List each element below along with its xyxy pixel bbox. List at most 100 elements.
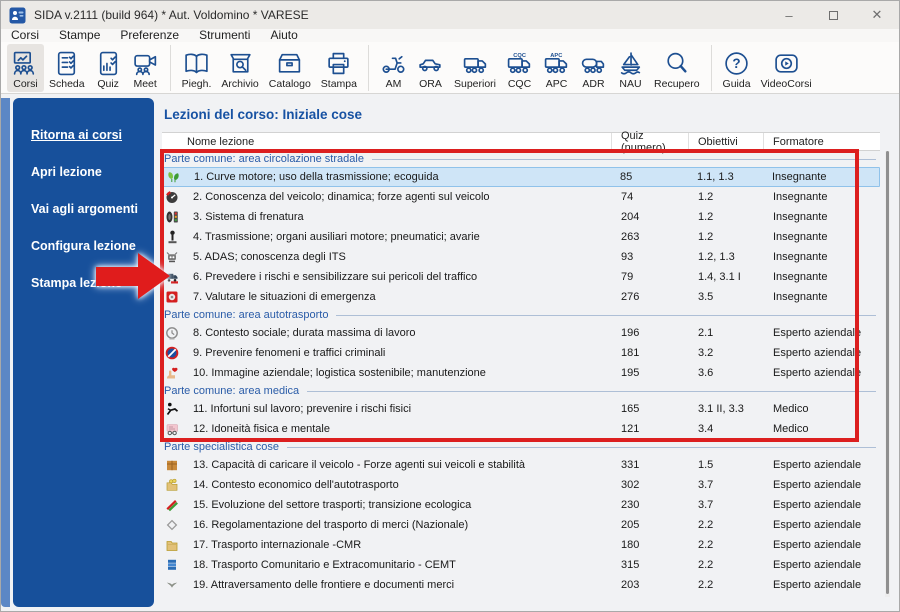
app-logo-icon: [9, 7, 26, 24]
toolbar-button-label: ORA: [419, 77, 442, 90]
lesson-row[interactable]: 12. Idoneità fisica e mentale 121 3.4 Medic…: [162, 419, 880, 439]
lesson-name: 13. Capacità di caricare il veicolo - Fo…: [193, 459, 525, 471]
scrollbar-thumb[interactable]: [886, 151, 889, 594]
toolbar-button-videocorsi[interactable]: VideoCorsi: [756, 44, 817, 92]
objectives: 1.1, 1.3: [697, 171, 734, 183]
toolbar-button-archivio[interactable]: Archivio: [216, 44, 263, 92]
toolbar-button-label: Superiori: [453, 77, 497, 90]
objectives: 2.1: [698, 327, 714, 339]
toolbar-button-superiori[interactable]: Superiori: [449, 44, 501, 92]
toolbar-button-corsi[interactable]: Corsi: [7, 43, 44, 92]
toolbar-button-nau[interactable]: NAU: [612, 44, 649, 92]
lesson-row[interactable]: 9. Prevenire fenomeni e traffici crimina…: [162, 343, 880, 363]
toolbar-button-scheda[interactable]: Scheda: [44, 44, 90, 92]
lesson-row[interactable]: 1. Curve motore; uso della trasmissione;…: [162, 167, 880, 187]
lesson-row[interactable]: 6. Prevedere i rischi e sensibilizzare s…: [162, 267, 880, 287]
toolbar-button-label: NAU: [619, 77, 642, 90]
menu-item-stampe[interactable]: Stampe: [59, 29, 100, 42]
lesson-row[interactable]: 2. Conoscenza del veicolo; dinamica; for…: [162, 187, 880, 207]
sidebar-link-vai-agli-argomenti[interactable]: Vai agli argomenti: [13, 202, 154, 217]
cqc-icon: CQC: [506, 50, 533, 77]
objectives: 2.2: [698, 559, 714, 571]
sidebar-link-stampa-lezione[interactable]: Stampa lezione: [13, 276, 154, 291]
toolbar-button-adr[interactable]: ADR: [575, 44, 612, 92]
toolbar-button-piegh[interactable]: Piegh.: [177, 44, 217, 92]
toolbar-button-label: CQC: [507, 77, 532, 90]
quiz-count: 263: [621, 231, 640, 243]
toolbar-button-apc[interactable]: APC APC: [538, 44, 575, 92]
eco-icon: [163, 170, 183, 184]
toolbar-button-guida[interactable]: ? Guida: [718, 44, 756, 92]
column-header-3[interactable]: Formatore: [763, 133, 880, 150]
toolbar-button-catalogo[interactable]: Catalogo: [264, 44, 316, 92]
lesson-row[interactable]: 8. Contesto sociale; durata massima di l…: [162, 323, 880, 343]
tach-icon: [162, 190, 182, 204]
trainer: Insegnante: [773, 211, 828, 223]
truckrisk-icon: [162, 270, 182, 284]
trainer: Esperto aziendale: [773, 327, 862, 339]
lesson-row[interactable]: 5. ADAS; conoscenza degli ITS 93 1.2, 1.3 I…: [162, 247, 880, 267]
left-accent-strip: [1, 98, 10, 607]
window-controls: – ✕: [767, 1, 899, 29]
toolbar-button-recupero[interactable]: Recupero: [649, 44, 705, 92]
quiz-count: 165: [621, 403, 640, 415]
am-icon: [380, 50, 407, 77]
tire-icon: [162, 210, 182, 224]
sidebar-link-ritorna-ai-corsi[interactable]: Ritorna ai corsi: [13, 128, 154, 143]
lesson-row[interactable]: 15. Evoluzione del settore trasporti; tr…: [162, 495, 880, 515]
toolbar-button-cqc[interactable]: CQC CQC: [501, 44, 538, 92]
toolbar-button-label: Scheda: [49, 77, 85, 90]
quiz-count: 204: [621, 211, 640, 223]
quiz-count: 302: [621, 479, 640, 491]
toolbar-button-ora[interactable]: ORA: [412, 44, 449, 92]
trainer: Medico: [773, 403, 809, 415]
menu-item-corsi[interactable]: Corsi: [11, 29, 39, 42]
toolbar-button-label: Piegh.: [181, 77, 212, 90]
menu-item-preferenze[interactable]: Preferenze: [120, 29, 179, 42]
quiz-count: 203: [621, 579, 640, 591]
lesson-name: 5. ADAS; conoscenza degli ITS: [193, 251, 346, 263]
lesson-row[interactable]: 10. Immagine aziendale; logistica sosten…: [162, 363, 880, 383]
lesson-row[interactable]: 7. Valutare le situazioni di emergenza 27…: [162, 287, 880, 307]
lesson-row[interactable]: 11. Infortuni sul lavoro; prevenire i ri…: [162, 399, 880, 419]
lesson-name: 1. Curve motore; uso della trasmissione;…: [194, 171, 439, 183]
section-header: Parte comune: area medica: [162, 383, 880, 399]
close-button[interactable]: ✕: [855, 1, 899, 29]
lesson-row[interactable]: 18. Trasporto Comunitario e Extracomunit…: [162, 555, 880, 575]
lesson-name: 15. Evoluzione del settore trasporti; tr…: [193, 499, 472, 511]
toolbar-button-label: Catalogo: [268, 77, 311, 90]
lesson-name: 8. Contesto sociale; durata massima di l…: [193, 327, 416, 339]
column-header-0[interactable]: Nome lezione: [162, 136, 611, 148]
toolbar-button-label: VideoCorsi: [760, 77, 812, 90]
lesson-row[interactable]: 19. Attraversamento delle frontiere e do…: [162, 575, 880, 595]
catalogo-icon: [276, 50, 303, 77]
menu-item-strumenti[interactable]: Strumenti: [199, 29, 250, 42]
objectives: 1.2: [698, 231, 714, 243]
quiz-count: 79: [621, 271, 634, 283]
lesson-row[interactable]: 3. Sistema di frenatura 204 1.2 Insegnante: [162, 207, 880, 227]
scheda-icon: [53, 50, 80, 77]
sidebar-link-apri-lezione[interactable]: Apri lezione: [13, 165, 154, 180]
lesson-row[interactable]: 17. Trasporto internazionale -CMR 180 2.2 E…: [162, 535, 880, 555]
lesson-row[interactable]: 4. Trasmissione; organi ausiliari motore…: [162, 227, 880, 247]
toolbar-button-quiz[interactable]: Quiz: [90, 44, 127, 92]
toolbar-button-meet[interactable]: Meet: [127, 44, 164, 92]
maximize-button[interactable]: [811, 1, 855, 29]
toolbar-button-stampa[interactable]: Stampa: [316, 44, 362, 92]
column-header-2[interactable]: Obiettivi: [688, 133, 763, 150]
lesson-name: 6. Prevedere i rischi e sensibilizzare s…: [193, 271, 478, 283]
column-header-1[interactable]: Quiz (numero): [611, 130, 688, 154]
toolbar-button-am[interactable]: AM: [375, 44, 412, 92]
lesson-row[interactable]: 13. Capacità di caricare il veicolo - Fo…: [162, 455, 880, 475]
lesson-row[interactable]: 14. Contesto economico dell'autotrasport…: [162, 475, 880, 495]
svg-text:CQC: CQC: [513, 52, 526, 58]
menu-item-aiuto[interactable]: Aiuto: [270, 29, 297, 42]
truck-icon: [462, 50, 489, 77]
objectives: 2.2: [698, 519, 714, 531]
piegh-icon: [183, 50, 210, 77]
sidebar-link-configura-lezione[interactable]: Configura lezione: [13, 239, 154, 254]
minimize-button[interactable]: –: [767, 1, 811, 29]
ora-icon: [417, 50, 444, 77]
quiz-count: 196: [621, 327, 640, 339]
lesson-row[interactable]: 16. Regolamentazione del trasporto di me…: [162, 515, 880, 535]
